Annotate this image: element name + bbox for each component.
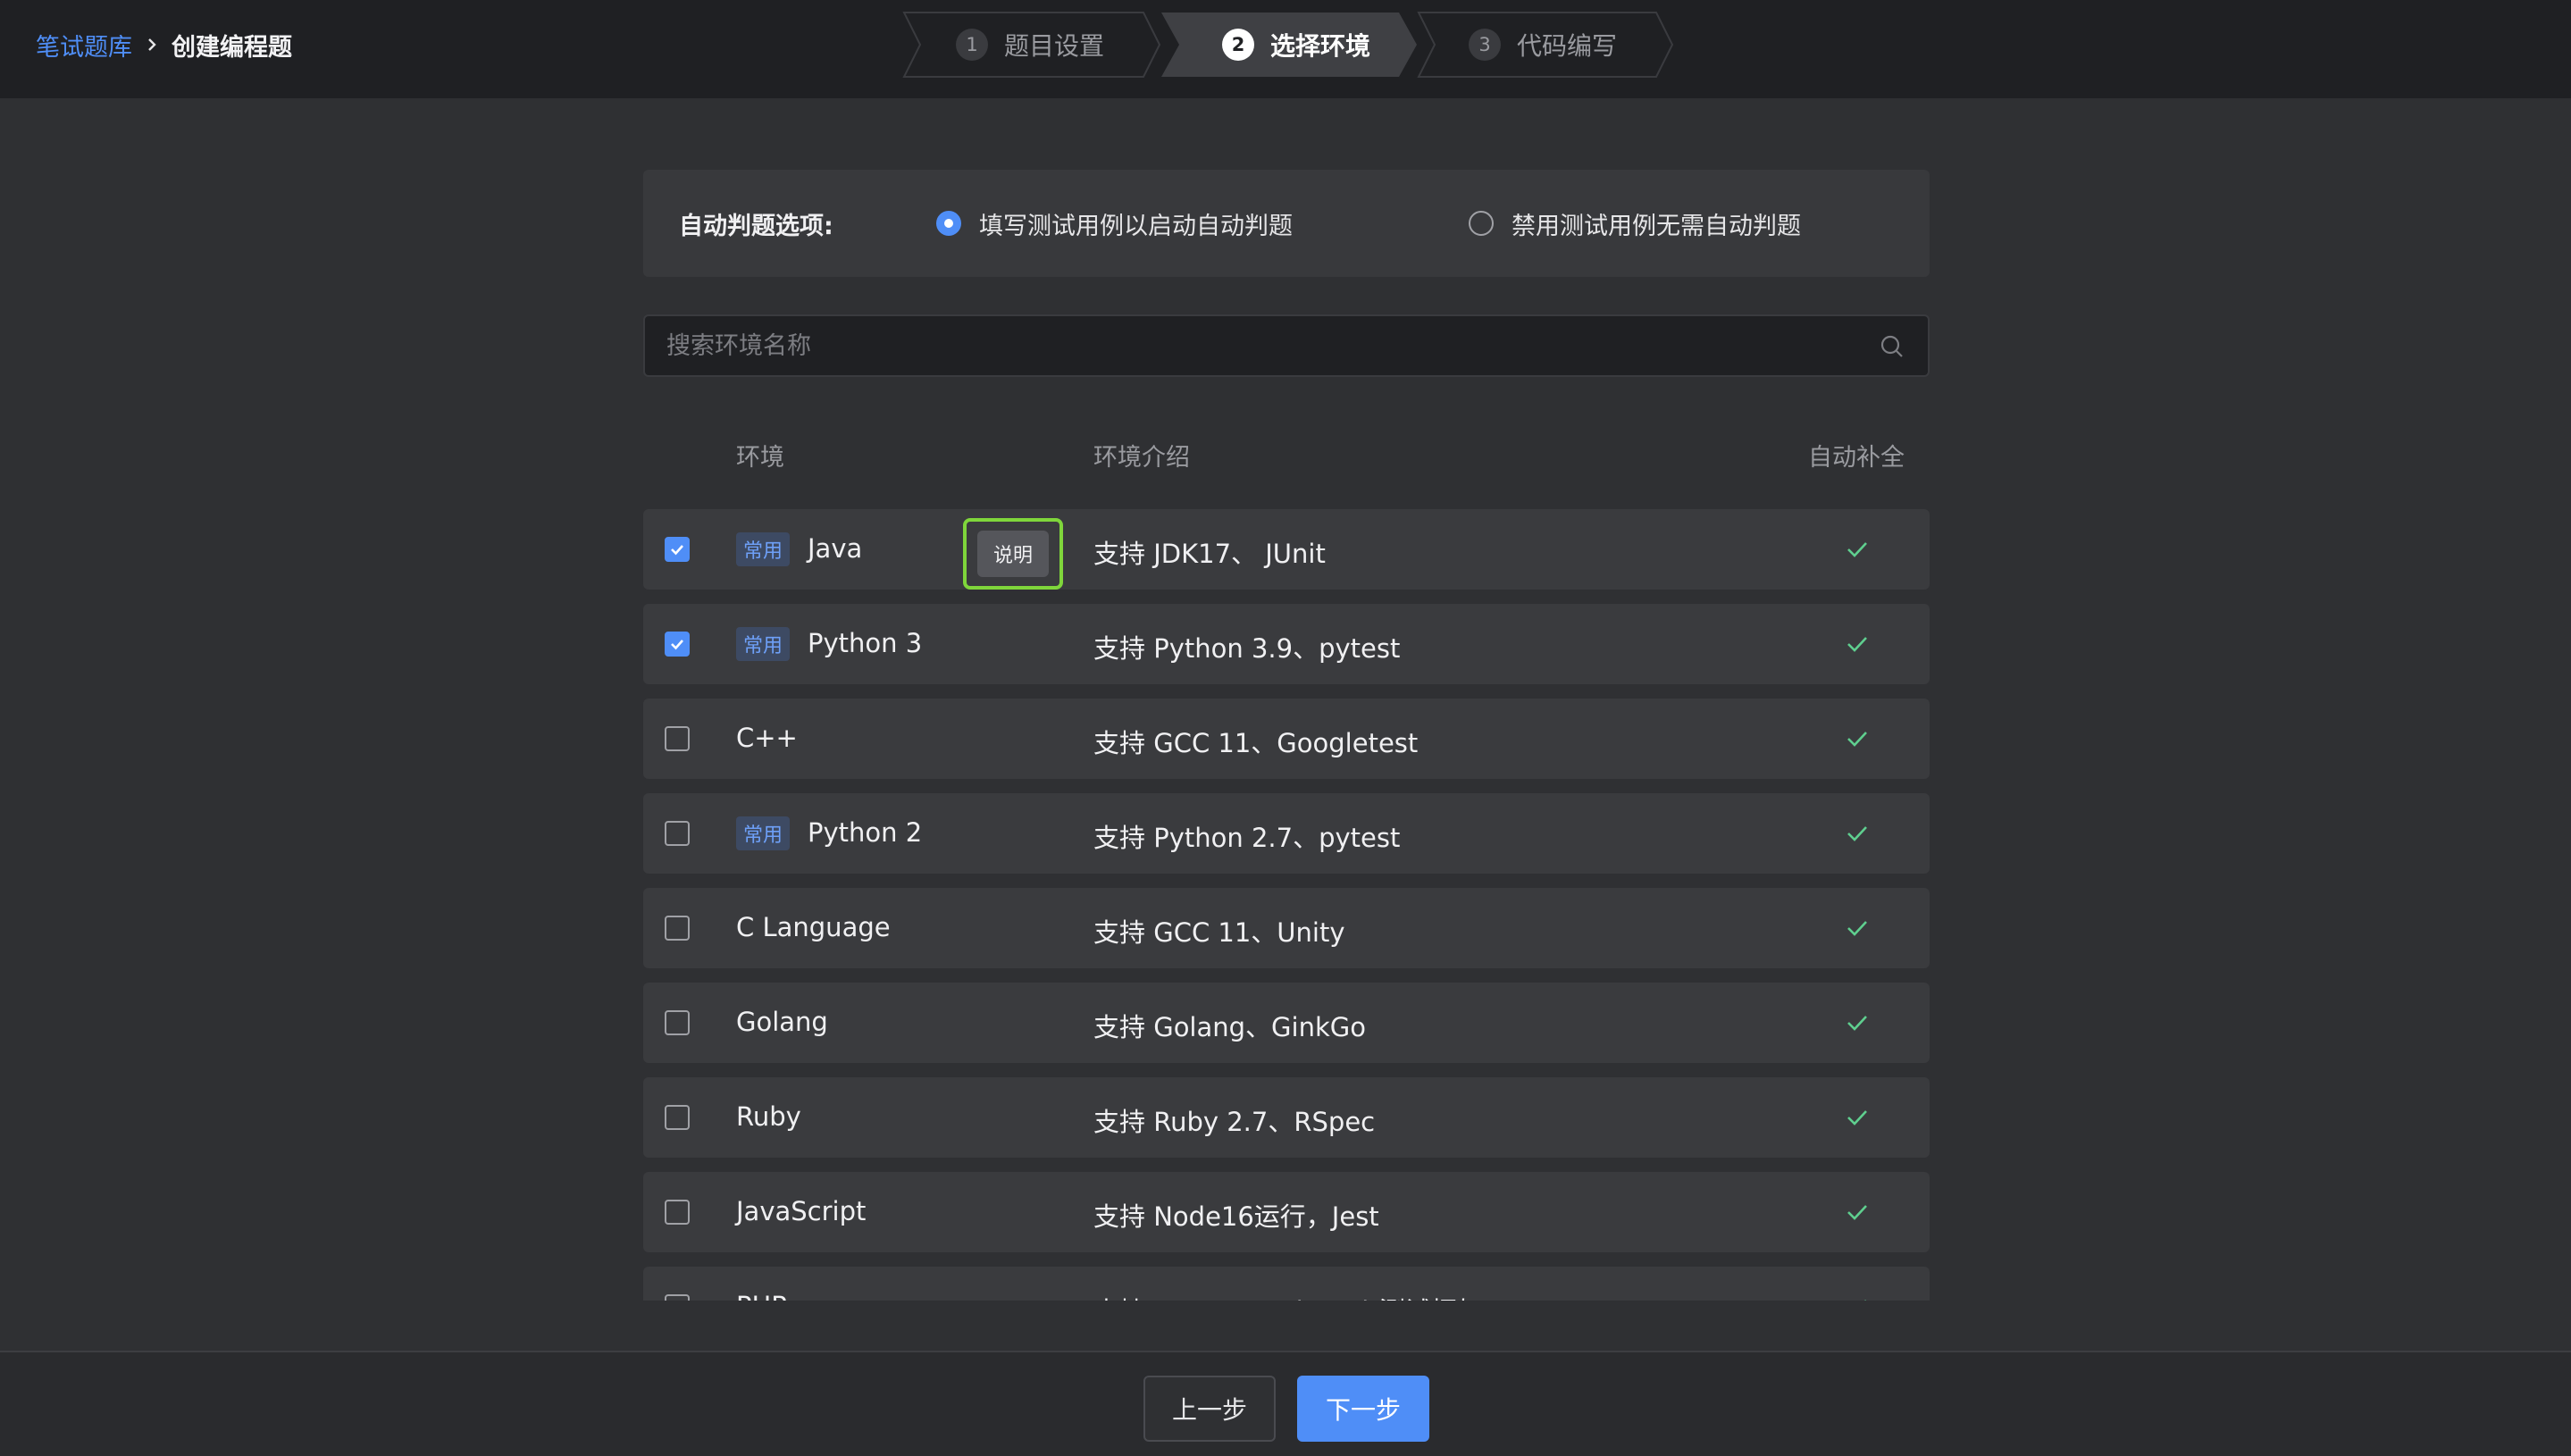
table-row[interactable]: C++ 支持 GCC 11、Googletest <box>643 699 1930 779</box>
env-name: Golang <box>736 1007 828 1037</box>
checkbox-checked[interactable] <box>665 537 690 562</box>
radio-selected-icon <box>936 211 961 236</box>
checkbox[interactable] <box>665 916 690 941</box>
top-bar: 笔试题库 创建编程题 1 题目设置 2 选择环境 3 代码编写 <box>0 0 2571 98</box>
check-icon <box>1842 629 1872 659</box>
env-desc: 支持 Node16运行，Jest <box>1093 1201 1379 1232</box>
check-icon <box>1842 1102 1872 1133</box>
table-row[interactable]: Golang 支持 Golang、GinkGo <box>643 983 1930 1063</box>
env-desc: 支持 GCC 11、Unity <box>1093 917 1345 948</box>
check-icon <box>1842 534 1872 565</box>
env-name: C Language <box>736 912 891 942</box>
radio-enable-label: 填写测试用例以启动自动判题 <box>979 212 1293 240</box>
env-desc: 支持 Ruby 2.7、RSpec <box>1093 1107 1376 1137</box>
env-desc: 支持 PHP 7.3、phpunit测试框架 <box>1093 1291 1483 1301</box>
checkbox[interactable] <box>665 1105 690 1130</box>
step-3-number: 3 <box>1469 29 1501 61</box>
breadcrumb-parent-link[interactable]: 笔试题库 <box>36 28 132 63</box>
checkbox[interactable] <box>665 1294 690 1301</box>
table-header: 环境 环境介绍 自动补全 <box>643 420 1930 491</box>
env-name: C++ <box>736 723 798 753</box>
step-2[interactable]: 2 选择环境 <box>1160 11 1419 79</box>
check-icon <box>1842 724 1872 754</box>
radio-disable-auto-judge[interactable]: 禁用测试用例无需自动判题 <box>1469 206 1801 241</box>
check-icon <box>1842 913 1872 943</box>
radio-disable-label: 禁用测试用例无需自动判题 <box>1512 212 1801 240</box>
env-name: Ruby <box>736 1101 801 1132</box>
check-icon <box>1842 1197 1872 1227</box>
env-name: JavaScript <box>736 1196 867 1226</box>
checkbox[interactable] <box>665 821 690 846</box>
breadcrumb-current: 创建编程题 <box>172 33 292 62</box>
checkbox[interactable] <box>665 1010 690 1035</box>
check-icon <box>1842 1292 1872 1301</box>
common-tag: 常用 <box>736 532 791 566</box>
search-box <box>643 314 1930 377</box>
chevron-right-icon <box>132 25 172 64</box>
env-name: Python 2 <box>808 817 923 848</box>
env-desc: 支持 Python 3.9、pytest <box>1093 633 1401 664</box>
env-list: 常用 Java 说明 支持 JDK17、 JUnit 常用 Python 3 支持 Pyth… <box>643 509 1930 1301</box>
table-row[interactable]: C Language 支持 GCC 11、Unity <box>643 888 1930 968</box>
next-step-button[interactable]: 下一步 <box>1297 1376 1429 1442</box>
step-indicator: 1 题目设置 2 选择环境 3 代码编写 <box>902 11 1674 79</box>
common-tag: 常用 <box>736 627 791 661</box>
step-2-number: 2 <box>1222 29 1254 61</box>
checkbox[interactable] <box>665 726 690 751</box>
header-env: 环境 <box>736 444 784 472</box>
common-tag: 常用 <box>736 816 791 850</box>
env-desc: 支持 Python 2.7、pytest <box>1093 823 1401 853</box>
footer-bar: 上一步 下一步 <box>0 1351 2571 1456</box>
step-1-number: 1 <box>956 29 988 61</box>
check-icon <box>1842 818 1872 849</box>
table-row[interactable]: 常用 Java 说明 支持 JDK17、 JUnit <box>643 509 1930 590</box>
radio-unselected-icon <box>1469 211 1494 236</box>
env-desc: 支持 GCC 11、Googletest <box>1093 728 1419 758</box>
table-row[interactable]: 常用 Python 3 支持 Python 3.9、pytest <box>643 604 1930 684</box>
table-row[interactable]: PHP 支持 PHP 7.3、phpunit测试框架 <box>643 1267 1930 1301</box>
prev-step-button[interactable]: 上一步 <box>1143 1376 1276 1442</box>
radio-enable-auto-judge[interactable]: 填写测试用例以启动自动判题 <box>936 206 1293 241</box>
header-desc: 环境介绍 <box>1093 444 1190 472</box>
search-input[interactable] <box>645 316 1860 375</box>
search-icon[interactable] <box>1878 332 1906 361</box>
env-name: Python 3 <box>808 628 923 658</box>
step-1[interactable]: 1 题目设置 <box>902 11 1161 79</box>
step-3-label: 代码编写 <box>1517 31 1618 61</box>
step-1-label: 题目设置 <box>1004 31 1105 61</box>
breadcrumb: 笔试题库 创建编程题 <box>36 0 292 89</box>
auto-judge-options: 自动判题选项: 填写测试用例以启动自动判题 禁用测试用例无需自动判题 <box>643 170 1930 277</box>
env-name: PHP <box>736 1291 787 1301</box>
note-button[interactable]: 说明 <box>977 531 1049 577</box>
checkbox-checked[interactable] <box>665 632 690 657</box>
table-row[interactable]: Ruby 支持 Ruby 2.7、RSpec <box>643 1077 1930 1158</box>
note-button-highlight: 说明 <box>963 518 1063 590</box>
env-desc: 支持 JDK17、 JUnit <box>1093 539 1326 569</box>
checkbox[interactable] <box>665 1200 690 1225</box>
step-3[interactable]: 3 代码编写 <box>1417 11 1676 79</box>
env-desc: 支持 Golang、GinkGo <box>1093 1012 1366 1042</box>
auto-judge-label: 自动判题选项: <box>679 212 833 240</box>
check-icon <box>1842 1008 1872 1038</box>
table-row[interactable]: JavaScript 支持 Node16运行，Jest <box>643 1172 1930 1252</box>
step-2-label: 选择环境 <box>1270 31 1371 61</box>
header-autocomplete: 自动补全 <box>1808 444 1905 472</box>
table-row[interactable]: 常用 Python 2 支持 Python 2.7、pytest <box>643 793 1930 874</box>
env-name: Java <box>808 533 863 564</box>
